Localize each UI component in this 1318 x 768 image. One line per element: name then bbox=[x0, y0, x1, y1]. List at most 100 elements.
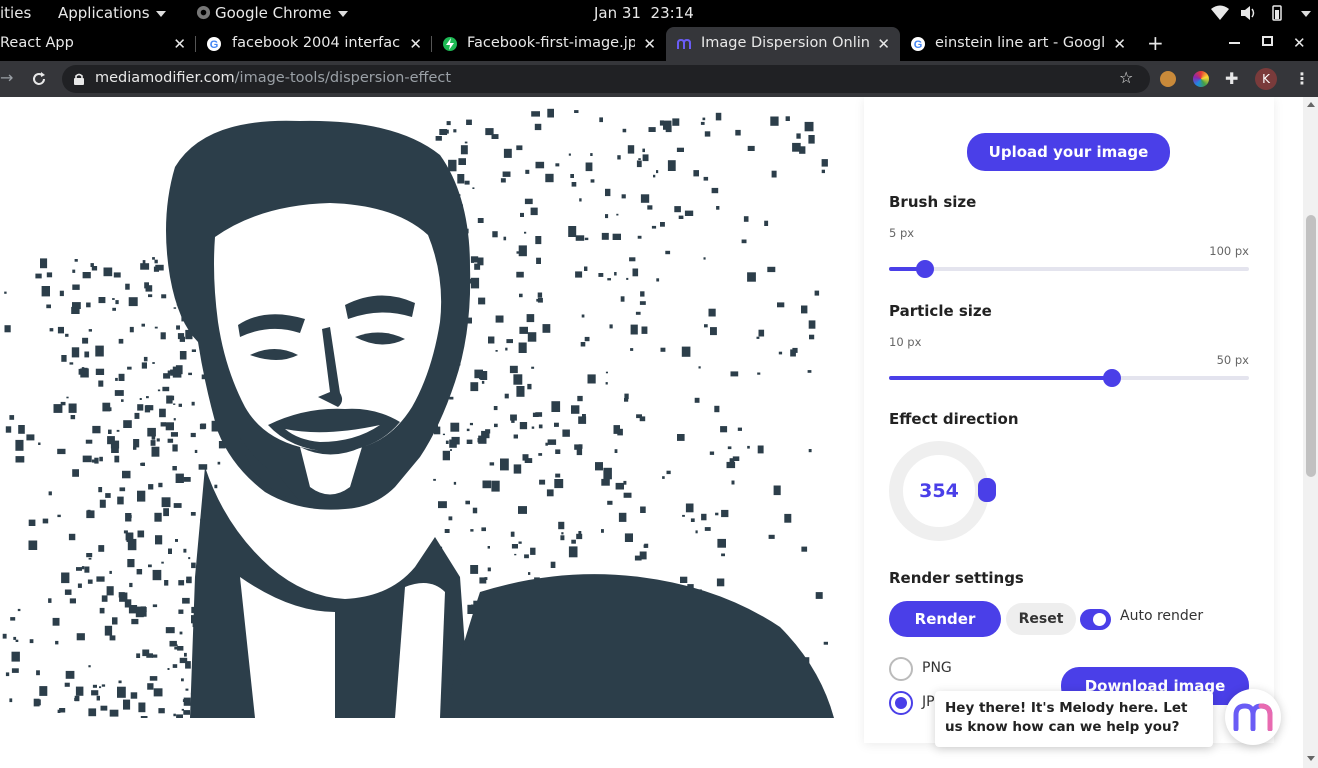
tab-einstein-line-art[interactable]: G einstein line art - Google ✕ bbox=[900, 27, 1136, 61]
battery-icon[interactable] bbox=[1268, 5, 1286, 25]
tab-facebook-first-image[interactable]: Facebook-first-image.jpg ✕ bbox=[432, 27, 666, 61]
dispersion-particle bbox=[99, 607, 105, 614]
dispersion-particle bbox=[571, 405, 580, 414]
close-tab-icon[interactable]: ✕ bbox=[409, 35, 422, 53]
applications-menu[interactable]: Applications bbox=[58, 4, 166, 22]
dispersion-particle bbox=[575, 235, 585, 241]
upload-image-button[interactable]: Upload your image bbox=[967, 133, 1170, 171]
close-window-icon[interactable]: ✕ bbox=[1293, 34, 1306, 52]
dispersion-particle bbox=[612, 233, 621, 240]
dispersion-particle bbox=[126, 532, 134, 542]
dispersion-particle bbox=[167, 438, 174, 443]
color-picker-extension-icon[interactable] bbox=[1193, 71, 1209, 87]
new-tab-icon[interactable]: + bbox=[1147, 31, 1164, 55]
system-menu[interactable] bbox=[1295, 4, 1311, 22]
jpg-radio[interactable] bbox=[889, 691, 913, 715]
dispersion-particle bbox=[144, 405, 151, 413]
brush-slider-handle[interactable] bbox=[916, 260, 934, 278]
dispersion-particle bbox=[92, 425, 101, 434]
dispersion-particle bbox=[555, 473, 561, 478]
scroll-down-icon[interactable] bbox=[1307, 756, 1315, 761]
particle-slider-handle[interactable] bbox=[1103, 369, 1122, 387]
minimize-icon[interactable] bbox=[1229, 42, 1240, 44]
dispersion-particle bbox=[562, 429, 570, 437]
chat-launcher-button[interactable] bbox=[1225, 689, 1281, 745]
dispersion-particle bbox=[480, 371, 488, 380]
brush-size-slider[interactable] bbox=[889, 260, 1249, 278]
clock[interactable]: Jan 31 23:14 bbox=[594, 4, 694, 22]
volume-icon[interactable] bbox=[1240, 5, 1258, 25]
chat-popup-message[interactable]: Hey there! It's Melody here. Let us know… bbox=[935, 691, 1213, 747]
lock-icon[interactable] bbox=[74, 73, 84, 85]
dispersion-particle bbox=[575, 271, 583, 278]
dispersion-particle bbox=[190, 512, 196, 516]
render-button[interactable]: Render bbox=[889, 601, 1001, 637]
restore-icon[interactable] bbox=[1262, 36, 1273, 46]
dispersion-particle bbox=[5, 426, 12, 433]
dispersion-particle bbox=[489, 462, 495, 466]
dispersion-particle bbox=[191, 401, 195, 406]
dispersion-particle bbox=[704, 527, 711, 531]
dispersion-particle bbox=[621, 194, 626, 199]
dispersion-particle bbox=[109, 635, 116, 641]
reload-icon[interactable] bbox=[31, 71, 47, 87]
dispersion-particle bbox=[648, 127, 656, 132]
dispersion-particle bbox=[140, 716, 148, 718]
cookie-extension-icon[interactable] bbox=[1160, 71, 1176, 87]
dispersion-particle bbox=[537, 292, 543, 298]
close-tab-icon[interactable]: ✕ bbox=[877, 35, 890, 53]
dispersion-particle bbox=[503, 148, 512, 158]
dispersion-particle bbox=[500, 458, 509, 471]
dispersion-particle bbox=[453, 481, 457, 485]
extensions-puzzle-icon[interactable]: ✚ bbox=[1225, 69, 1238, 88]
dispersion-particle bbox=[555, 449, 561, 454]
tab-facebook-2004[interactable]: G facebook 2004 interface - ✕ bbox=[196, 27, 432, 61]
dispersion-particle bbox=[165, 422, 174, 431]
activities-button[interactable]: ities bbox=[0, 4, 31, 22]
close-tab-icon[interactable]: ✕ bbox=[643, 35, 656, 53]
google-icon: G bbox=[207, 37, 221, 51]
dispersion-particle bbox=[584, 237, 589, 241]
dispersion-particle bbox=[767, 266, 776, 273]
kebab-menu-icon[interactable]: ⋮ bbox=[1294, 69, 1310, 88]
auto-render-toggle[interactable] bbox=[1080, 609, 1111, 630]
dispersion-particle bbox=[505, 347, 508, 351]
dispersion-particle bbox=[477, 257, 484, 266]
dispersion-particle bbox=[526, 314, 535, 323]
image-canvas[interactable] bbox=[0, 107, 834, 718]
png-radio[interactable] bbox=[889, 657, 913, 681]
address-bar[interactable]: mediamodifier.com/image-tools/dispersion… bbox=[62, 65, 1150, 93]
dispersion-particle bbox=[150, 440, 156, 446]
dispersion-particle bbox=[139, 398, 142, 400]
dispersion-particle bbox=[796, 133, 801, 139]
close-tab-icon[interactable]: ✕ bbox=[173, 35, 186, 53]
particle-size-slider[interactable] bbox=[889, 369, 1249, 387]
dispersion-particle bbox=[164, 580, 169, 586]
dispersion-particle bbox=[527, 383, 532, 390]
dispersion-particle bbox=[170, 369, 178, 376]
dispersion-particle bbox=[127, 366, 132, 370]
dispersion-particle bbox=[495, 315, 504, 323]
tab-react-app[interactable]: React App ✕ bbox=[0, 27, 196, 61]
forward-icon[interactable]: → bbox=[0, 68, 13, 87]
profile-avatar[interactable]: K bbox=[1255, 68, 1277, 90]
bookmark-star-icon[interactable]: ☆ bbox=[1119, 68, 1133, 87]
dispersion-particle bbox=[18, 425, 25, 434]
dispersion-particle bbox=[175, 539, 178, 542]
wifi-icon[interactable] bbox=[1211, 5, 1229, 25]
direction-dial[interactable]: 354 bbox=[889, 441, 996, 541]
tab-image-dispersion[interactable]: Image Dispersion Online ✕ bbox=[666, 27, 900, 61]
scroll-up-icon[interactable] bbox=[1307, 102, 1315, 107]
dispersion-particle bbox=[531, 366, 535, 369]
scrollbar-thumb[interactable] bbox=[1306, 215, 1316, 477]
direction-dial-handle[interactable] bbox=[978, 478, 996, 502]
dispersion-particle bbox=[701, 513, 707, 521]
close-tab-icon[interactable]: ✕ bbox=[1113, 35, 1126, 53]
page-scrollbar[interactable] bbox=[1303, 97, 1318, 768]
chrome-app-menu[interactable]: Google Chrome bbox=[196, 4, 348, 22]
dispersion-particle bbox=[466, 119, 472, 125]
reset-button[interactable]: Reset bbox=[1006, 603, 1076, 635]
dispersion-particle bbox=[578, 444, 583, 449]
dispersion-particle bbox=[84, 351, 90, 358]
dispersion-particle bbox=[172, 664, 178, 668]
